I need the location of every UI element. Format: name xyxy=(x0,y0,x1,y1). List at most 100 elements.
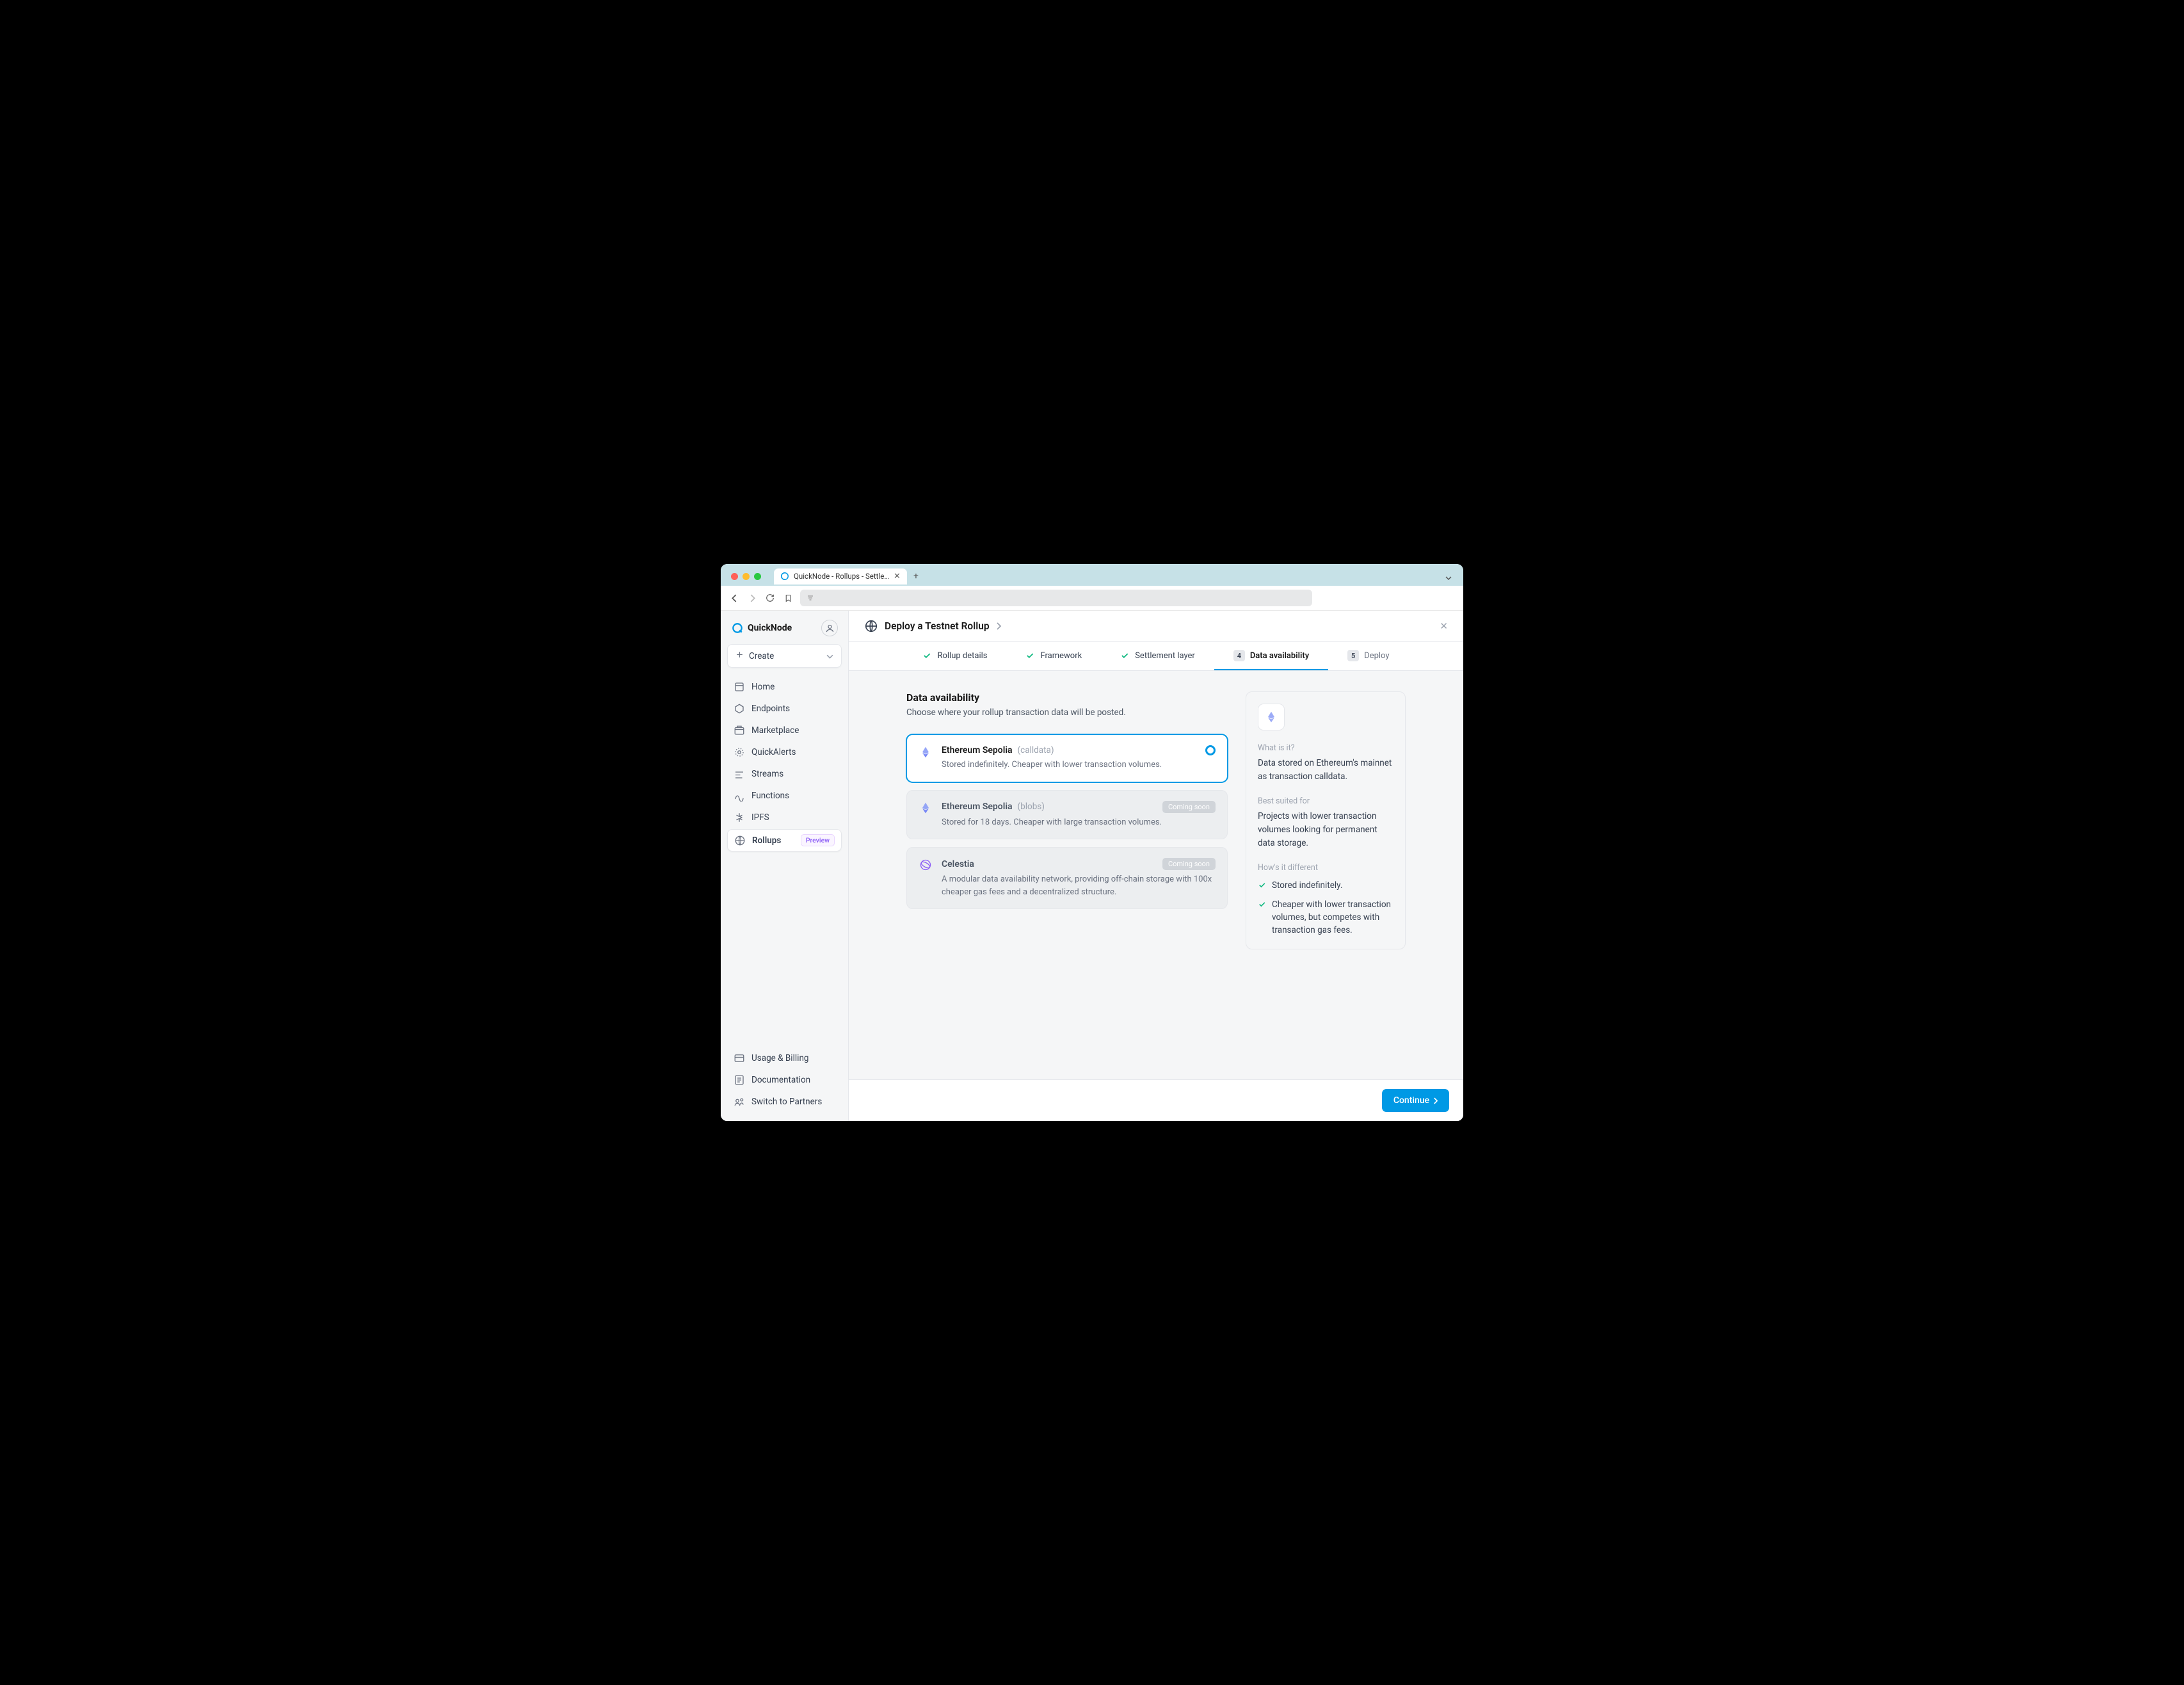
nav-icon xyxy=(734,681,745,693)
nav-icon xyxy=(734,812,745,823)
info-what-text: Data stored on Ethereum's mainnet as tra… xyxy=(1258,757,1393,784)
tab-close-button[interactable]: ✕ xyxy=(894,572,901,581)
sidebar-item-home[interactable]: Home xyxy=(727,677,842,697)
nav-bookmark-button[interactable] xyxy=(781,591,795,605)
app-body: QuickNode Create HomeEndpointsMarketplac… xyxy=(721,611,1463,1121)
check-icon xyxy=(1258,899,1267,908)
address-bar xyxy=(721,586,1463,611)
nav-icon xyxy=(734,725,745,736)
nav-label: IPFS xyxy=(751,812,769,823)
step-label: Settlement layer xyxy=(1135,651,1195,661)
tabs-menu-button[interactable] xyxy=(1439,568,1458,585)
footer-item-documentation[interactable]: Documentation xyxy=(727,1070,842,1090)
option-desc: A modular data availability network, pro… xyxy=(942,873,1216,898)
main-area: Deploy a Testnet Rollup ✕ Rollup details… xyxy=(849,611,1463,1121)
window-close-button[interactable] xyxy=(731,573,738,580)
sidebar-item-functions[interactable]: Functions xyxy=(727,786,842,806)
step-framework[interactable]: Framework xyxy=(1006,642,1101,670)
chevron-down-icon xyxy=(826,651,833,661)
sidebar-header: QuickNode xyxy=(727,620,842,644)
nav-label: Rollups xyxy=(752,835,781,846)
brand-name: QuickNode xyxy=(748,623,792,633)
sidebar-item-marketplace[interactable]: Marketplace xyxy=(727,720,842,741)
option-desc: Stored indefinitely. Cheaper with lower … xyxy=(942,759,1196,771)
nav-label: QuickAlerts xyxy=(751,747,796,757)
brand-logo[interactable]: QuickNode xyxy=(731,622,792,634)
tab-favicon-icon xyxy=(780,572,789,581)
coming-soon-badge: Coming soon xyxy=(1162,858,1216,870)
nav-label: Usage & Billing xyxy=(751,1053,808,1063)
nav-icon xyxy=(734,768,745,780)
info-what-label: What is it? xyxy=(1258,743,1393,753)
nav-label: Streams xyxy=(751,769,783,779)
sidebar-item-rollups[interactable]: RollupsPreview xyxy=(727,829,842,851)
sidebar-footer: Usage & Billing Documentation Switch to Pa… xyxy=(727,1048,842,1112)
nav-label: Documentation xyxy=(751,1075,810,1085)
nav-forward-button[interactable] xyxy=(745,591,759,605)
ethereum-icon xyxy=(919,801,933,815)
nav-label: Functions xyxy=(751,791,789,801)
sidebar-item-endpoints[interactable]: Endpoints xyxy=(727,698,842,719)
info-diff-text: Cheaper with lower transaction volumes, … xyxy=(1272,898,1393,937)
window-maximize-button[interactable] xyxy=(754,573,761,580)
option-name: Ethereum Sepolia xyxy=(942,802,1013,812)
nav-reload-button[interactable] xyxy=(763,591,777,605)
nav-icon xyxy=(734,790,745,802)
option-name: Celestia xyxy=(942,859,974,869)
browser-window: QuickNode - Rollups - Settle… ✕ + xyxy=(721,564,1463,1121)
content: Data availability Choose where your roll… xyxy=(849,671,1463,1121)
nav-icon xyxy=(734,1074,745,1086)
option-card-ethereum-sepolia-calldata-[interactable]: Ethereum Sepolia(calldata)Stored indefin… xyxy=(906,734,1228,782)
info-suited-text: Projects with lower transaction volumes … xyxy=(1258,810,1393,850)
footer-bar: Continue xyxy=(849,1079,1463,1121)
new-tab-button[interactable]: + xyxy=(907,568,925,584)
settings-icon xyxy=(807,594,814,602)
continue-label: Continue xyxy=(1393,1095,1429,1106)
tab-title: QuickNode - Rollups - Settle… xyxy=(794,572,889,581)
stepper: Rollup detailsFrameworkSettlement layer4… xyxy=(849,642,1463,671)
option-card-celestia: Celestia Coming soon A modular data availa… xyxy=(906,847,1228,909)
nav-icon xyxy=(734,835,746,846)
option-card-ethereum-sepolia-blobs-: Ethereum Sepolia(blobs)Coming soonStored… xyxy=(906,790,1228,840)
info-diff-item: Cheaper with lower transaction volumes, … xyxy=(1258,898,1393,937)
section-title: Data availability xyxy=(906,691,1228,704)
ethereum-icon xyxy=(919,745,933,759)
create-label: Create xyxy=(749,651,774,661)
check-icon xyxy=(1120,651,1130,661)
option-desc: Stored for 18 days. Cheaper with large t… xyxy=(942,816,1216,829)
step-number: 5 xyxy=(1347,650,1359,661)
account-button[interactable] xyxy=(821,620,838,636)
browser-tab[interactable]: QuickNode - Rollups - Settle… ✕ xyxy=(774,568,907,585)
page-close-button[interactable]: ✕ xyxy=(1440,620,1448,632)
info-diff-item: Stored indefinitely. xyxy=(1258,879,1393,892)
step-label: Framework xyxy=(1040,651,1082,661)
nav-icon xyxy=(734,746,745,758)
globe-icon xyxy=(864,619,878,633)
plus-icon xyxy=(735,650,744,661)
check-icon xyxy=(1025,651,1035,661)
nav-icon xyxy=(734,1052,745,1064)
nav-back-button[interactable] xyxy=(727,591,741,605)
info-suited-label: Best suited for xyxy=(1258,796,1393,806)
continue-button[interactable]: Continue xyxy=(1382,1089,1449,1112)
info-panel: What is it? Data stored on Ethereum's ma… xyxy=(1246,691,1406,949)
radio-selected-icon xyxy=(1205,745,1216,755)
check-icon xyxy=(1258,880,1267,889)
sidebar-item-quickalerts[interactable]: QuickAlerts xyxy=(727,742,842,762)
sidebar-item-streams[interactable]: Streams xyxy=(727,764,842,784)
window-minimize-button[interactable] xyxy=(743,573,750,580)
create-button[interactable]: Create xyxy=(727,644,842,668)
page-title: Deploy a Testnet Rollup xyxy=(885,620,990,632)
info-diff-text: Stored indefinitely. xyxy=(1272,879,1342,892)
step-label: Deploy xyxy=(1364,651,1389,661)
window-controls xyxy=(726,573,766,580)
footer-item-switch-to-partners[interactable]: Switch to Partners xyxy=(727,1092,842,1112)
step-deploy: 5 Deploy xyxy=(1328,642,1408,670)
browser-chrome: QuickNode - Rollups - Settle… ✕ + xyxy=(721,564,1463,611)
step-rollup-details[interactable]: Rollup details xyxy=(903,642,1006,670)
footer-item-usage-billing[interactable]: Usage & Billing xyxy=(727,1048,842,1068)
sidebar-item-ipfs[interactable]: IPFS xyxy=(727,807,842,828)
step-settlement-layer[interactable]: Settlement layer xyxy=(1101,642,1214,670)
option-tag: (blobs) xyxy=(1018,802,1045,812)
url-input[interactable] xyxy=(800,590,1312,606)
